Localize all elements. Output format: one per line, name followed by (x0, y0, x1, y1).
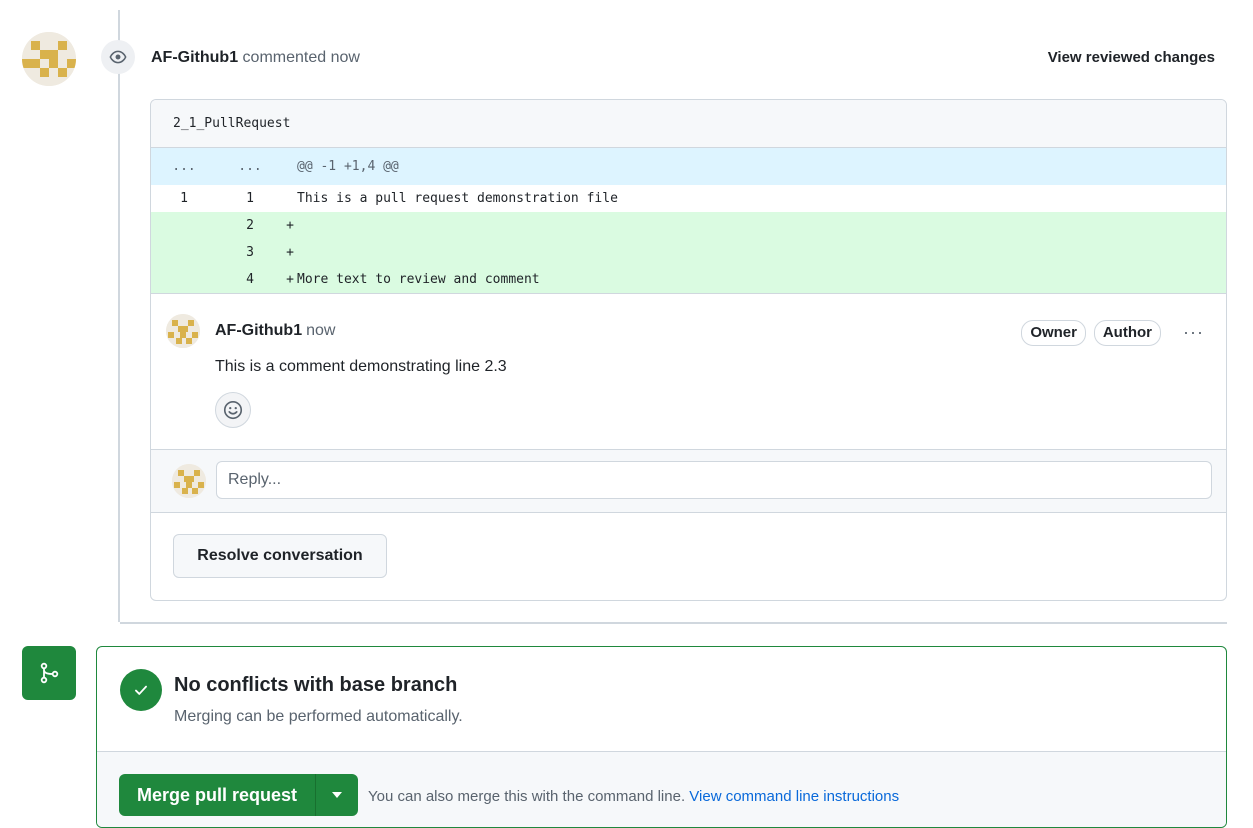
new-line-number[interactable]: 3 (217, 245, 283, 260)
identicon-image (166, 314, 200, 348)
new-line-number[interactable]: 2 (217, 218, 283, 233)
triangle-down-icon[interactable] (316, 774, 359, 816)
resolve-row: Resolve conversation (151, 513, 1226, 598)
smiley-icon[interactable] (215, 392, 251, 428)
hunk-header: @@ -1 +1,4 @@ (297, 159, 399, 174)
file-header: 2_1_PullRequest (151, 100, 1226, 148)
check-icon (120, 669, 162, 711)
old-line-number[interactable]: 1 (151, 191, 217, 206)
comment-timestamp[interactable]: now (306, 322, 335, 339)
diff-hunk-row: ... ... @@ -1 +1,4 @@ (151, 148, 1226, 185)
diff-code: More text to review and comment (297, 272, 540, 287)
diff-marker: + (286, 218, 294, 233)
command-line-instructions-link[interactable]: View command line instructions (689, 788, 899, 805)
owner-badge: Owner (1021, 320, 1086, 346)
comment-author-link[interactable]: AF-Github1 (215, 322, 302, 339)
timeline-divider (120, 622, 1227, 624)
reply-input[interactable]: Reply... (216, 461, 1212, 499)
view-reviewed-changes-link[interactable]: View reviewed changes (1048, 49, 1215, 66)
identicon-image (22, 32, 76, 86)
merge-status-subtitle: Merging can be performed automatically. (174, 708, 463, 725)
review-header: AF-Github1 commented now (151, 49, 360, 67)
resolve-conversation-button[interactable]: Resolve conversation (173, 534, 387, 578)
file-name[interactable]: 2_1_PullRequest (173, 116, 290, 131)
diff-marker: + (286, 272, 294, 287)
diff-line: 1 1 This is a pull request demonstration… (151, 185, 1226, 212)
diff-line: 3 + (151, 239, 1226, 266)
timeline-line (118, 10, 120, 622)
diff-marker: + (286, 245, 294, 260)
review-thread: 2_1_PullRequest ... ... @@ -1 +1,4 @@ 1 … (150, 99, 1227, 601)
new-line-number[interactable]: 1 (217, 191, 283, 206)
reply-avatar (172, 464, 206, 498)
git-merge-icon (22, 646, 76, 700)
diff-line: 2 + (151, 212, 1226, 239)
author-badge: Author (1093, 320, 1161, 346)
avatar[interactable] (22, 32, 76, 86)
comment-header: AF-Github1 now (215, 322, 335, 340)
review-action-text: commented now (242, 49, 360, 66)
comment-body: This is a comment demonstrating line 2.3 (215, 358, 507, 375)
diff-line: 4 + More text to review and comment (151, 266, 1226, 293)
review-comment: AF-Github1 now Owner Author ··· This is a… (151, 293, 1226, 449)
identicon-image (172, 464, 206, 498)
expand-new[interactable]: ... (217, 159, 283, 174)
comment-avatar[interactable] (166, 314, 200, 348)
review-author-link[interactable]: AF-Github1 (151, 49, 238, 66)
merge-button-group: Merge pull request (119, 774, 359, 816)
diff-code: This is a pull request demonstration fil… (297, 191, 618, 206)
merge-status-title: No conflicts with base branch (174, 674, 458, 696)
merge-box: No conflicts with base branch Merging ca… (96, 646, 1227, 828)
merge-pull-request-button[interactable]: Merge pull request (119, 774, 317, 816)
eye-icon (101, 40, 135, 74)
kebab-horizontal-icon[interactable]: ··· (1183, 322, 1204, 343)
new-line-number[interactable]: 4 (217, 272, 283, 287)
merge-hint: You can also merge this with the command… (368, 788, 899, 805)
expand-old[interactable]: ... (151, 159, 217, 174)
merge-footer: Merge pull request You can also merge th… (97, 751, 1226, 827)
reply-area: Reply... (151, 449, 1226, 513)
merge-hint-text: You can also merge this with the command… (368, 788, 686, 805)
